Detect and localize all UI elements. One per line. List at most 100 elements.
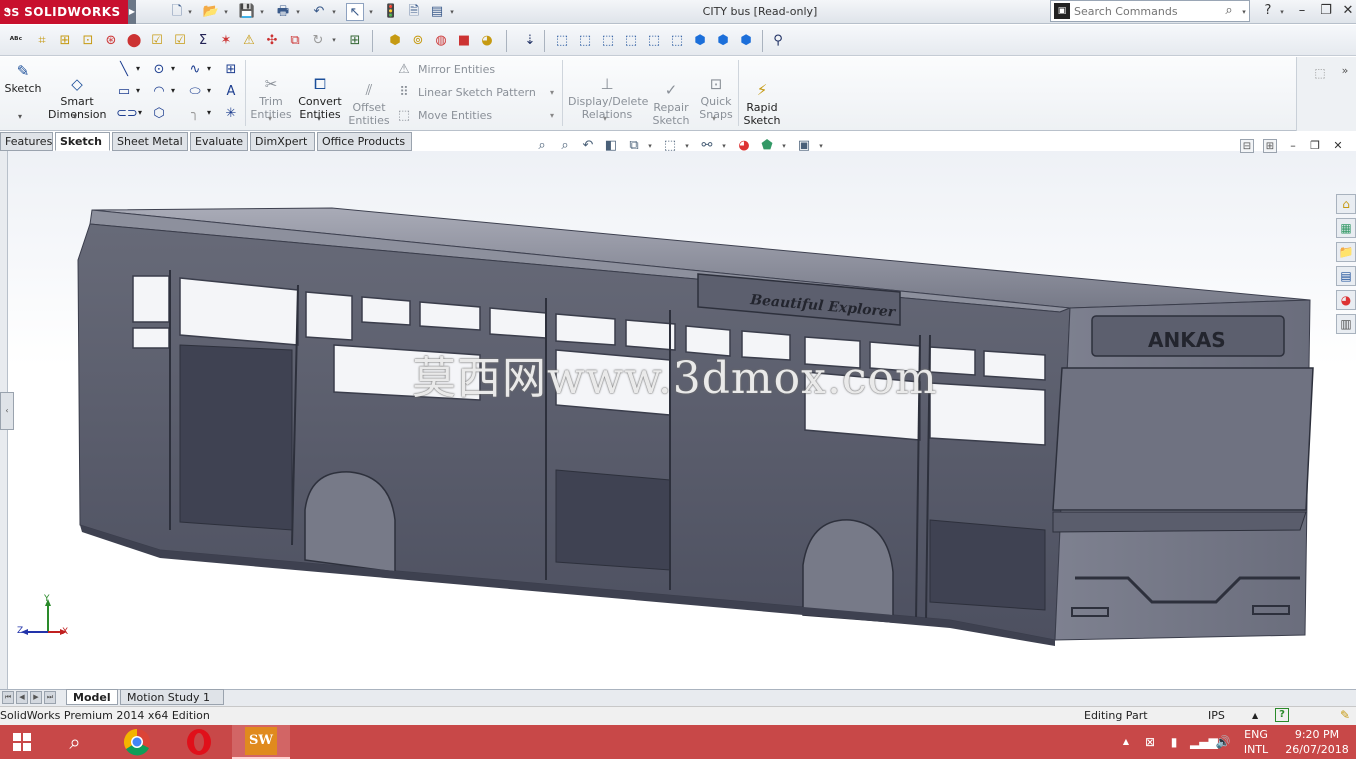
search-input[interactable] — [1074, 3, 1219, 19]
hide-show-dropdown-icon[interactable]: ▾ — [720, 137, 728, 155]
snaps-dropdown-icon[interactable]: ▾ — [712, 114, 716, 123]
rectangle-icon[interactable]: ▭ — [116, 84, 132, 100]
tab-model[interactable]: Model — [66, 689, 118, 705]
display-style-dropdown-icon[interactable]: ▾ — [683, 137, 691, 155]
view-right-icon[interactable]: ⬚ — [621, 31, 641, 51]
fully-define-icon[interactable]: ⊛ — [101, 31, 121, 51]
linear-pattern-icon[interactable]: ⠿ — [396, 85, 412, 101]
select-cursor-icon[interactable]: ↖ — [346, 3, 364, 21]
apply-scene-icon[interactable]: ⬟ — [757, 137, 777, 155]
units-status[interactable]: IPS — [1208, 707, 1225, 725]
verify-icon[interactable]: ☑ — [170, 31, 190, 51]
tab-motion-study[interactable]: Motion Study 1 — [120, 689, 224, 705]
convert-dropdown-icon[interactable]: ▾ — [317, 114, 321, 123]
rebuild-status-icon[interactable]: ✎ — [1340, 708, 1350, 722]
taskbar-chrome-app[interactable] — [108, 725, 166, 759]
instant-2d-icon[interactable]: ⬢ — [385, 31, 405, 51]
sketch-button[interactable]: ✎ Sketch — [4, 62, 42, 95]
scene-dropdown-icon[interactable]: ▾ — [780, 137, 788, 155]
dimension-dropdown-icon[interactable]: ▾ — [73, 112, 77, 121]
mirror-icon[interactable]: ⚠ — [396, 62, 412, 78]
sum-icon[interactable]: Σ — [193, 31, 213, 51]
hide-show-items-icon[interactable]: ⚯ — [697, 137, 717, 155]
tab-sheet-metal[interactable]: Sheet Metal — [112, 132, 188, 151]
pattern-dropdown-icon[interactable]: ▾ — [550, 88, 554, 97]
grid-icon[interactable]: ⊞ — [223, 62, 239, 78]
options-icon[interactable]: ▤ — [428, 3, 446, 21]
expand-commands-icon[interactable]: » — [1338, 64, 1352, 80]
move-entities-button[interactable]: Move Entities — [418, 109, 492, 123]
view-isometric-icon[interactable]: ⬢ — [690, 31, 710, 51]
command-search-icon[interactable]: ▣ — [1054, 3, 1070, 19]
taskbar-opera-app[interactable] — [170, 725, 228, 759]
view-orientation-icon[interactable]: ⧉ — [624, 137, 644, 155]
view-front-icon[interactable]: ⬚ — [552, 31, 572, 51]
spell-check-icon[interactable]: ᴬᴮᶜ — [6, 31, 26, 51]
link-view-icon[interactable]: ⚲ — [768, 31, 788, 51]
color-icon[interactable]: ■ — [454, 31, 474, 51]
help-dropdown-icon[interactable]: ▾ — [1278, 3, 1286, 21]
fillet-icon[interactable]: ╮ — [187, 106, 203, 122]
normal-to-icon[interactable]: ⇣ — [520, 31, 540, 51]
display-style-icon[interactable]: ⬚ — [660, 137, 680, 155]
linear-sketch-pattern-button[interactable]: Linear Sketch Pattern — [418, 86, 536, 100]
tab-features[interactable]: Features — [0, 132, 53, 151]
sketch-picture-icon[interactable]: ⊚ — [408, 31, 428, 51]
file-explorer-icon[interactable]: 📁 — [1336, 242, 1356, 262]
custom-properties-icon[interactable]: ▥ — [1336, 314, 1356, 334]
sketch-dropdown-icon[interactable]: ▾ — [18, 112, 22, 121]
tab-dimxpert[interactable]: DimXpert — [250, 132, 315, 151]
city-bus-model[interactable]: Beautiful Explorer ANKAS — [70, 200, 1320, 650]
save-dropdown-icon[interactable]: ▾ — [258, 3, 266, 21]
tab-sketch[interactable]: Sketch — [55, 132, 110, 151]
tab-evaluate[interactable]: Evaluate — [190, 132, 248, 151]
viewport-single-icon[interactable]: ⊟ — [1240, 139, 1254, 153]
system-clock[interactable]: 9:20 PM 26/07/2018 — [1278, 727, 1356, 757]
zoom-to-area-icon[interactable]: ⌕ — [555, 137, 575, 155]
slot-dropdown-icon[interactable]: ▾ — [138, 108, 142, 117]
solidworks-resources-icon[interactable]: ⌂ — [1336, 194, 1356, 214]
convert-entities-button[interactable]: ⧠ Convert Entities — [298, 62, 342, 121]
last-tab-icon[interactable]: ⏭ — [44, 691, 56, 704]
undo-dropdown-icon[interactable]: ▾ — [330, 3, 338, 21]
help-status-icon[interactable]: ? — [1275, 708, 1289, 722]
offset-entities-button[interactable]: ⫽ Offset Entities — [348, 68, 390, 127]
expand-panel-handle[interactable]: ‹ — [0, 392, 14, 430]
circle-dropdown-icon[interactable]: ▾ — [171, 64, 175, 73]
view-dimetric-icon[interactable]: ⬢ — [736, 31, 756, 51]
view-back-icon[interactable]: ⬚ — [575, 31, 595, 51]
shaded-sketch-icon[interactable]: ◍ — [431, 31, 451, 51]
move-dropdown-icon[interactable]: ▾ — [550, 111, 554, 120]
line-dropdown-icon[interactable]: ▾ — [136, 64, 140, 73]
block-icon[interactable]: ⊞ — [345, 31, 365, 51]
restore-window-button[interactable]: ❐ — [1316, 2, 1336, 20]
line-icon[interactable]: ╲ — [116, 62, 132, 78]
arc-icon[interactable]: ◠ — [151, 84, 167, 100]
menu-expand-icon[interactable]: ▶ — [128, 0, 136, 24]
point-icon[interactable]: ✳ — [223, 106, 239, 122]
rapid-sketch-button[interactable]: ⚡ Rapid Sketch — [742, 68, 782, 127]
dimension-icon[interactable]: ⌗ — [32, 31, 52, 51]
view-bottom-icon[interactable]: ⬚ — [667, 31, 687, 51]
search-icon[interactable]: ⌕ — [1220, 2, 1238, 20]
display-delete-relations-button[interactable]: ⊥ Display/Delete Relations — [568, 62, 648, 121]
previous-view-icon[interactable]: ↶ — [578, 137, 598, 155]
options-dropdown-icon[interactable]: ▾ — [448, 3, 456, 21]
scan-icon[interactable]: ✶ — [216, 31, 236, 51]
add-relation-icon[interactable]: ⬤ — [124, 31, 144, 51]
appearance-icon[interactable]: ◕ — [477, 31, 497, 51]
spline-dropdown-icon[interactable]: ▾ — [207, 64, 211, 73]
input-language[interactable]: ENG INTL — [1240, 727, 1272, 757]
minimize-window-button[interactable]: – — [1292, 2, 1312, 20]
view-top-icon[interactable]: ⬚ — [644, 31, 664, 51]
chain-dimension-icon[interactable]: ⊡ — [78, 31, 98, 51]
view-palette-icon[interactable]: ▤ — [1336, 266, 1356, 286]
slot-icon[interactable]: ⊂⊃ — [116, 106, 138, 122]
help-icon[interactable]: ? — [1258, 2, 1278, 20]
move-icon[interactable]: ✣ — [262, 31, 282, 51]
edit-appearance-icon[interactable]: ◕ — [734, 137, 754, 155]
doc-minimize-button[interactable]: – — [1283, 137, 1303, 155]
print-dropdown-icon[interactable]: ▾ — [294, 3, 302, 21]
search-dropdown-icon[interactable]: ▾ — [1240, 3, 1248, 21]
print-icon[interactable]: 🖶 — [274, 3, 292, 21]
